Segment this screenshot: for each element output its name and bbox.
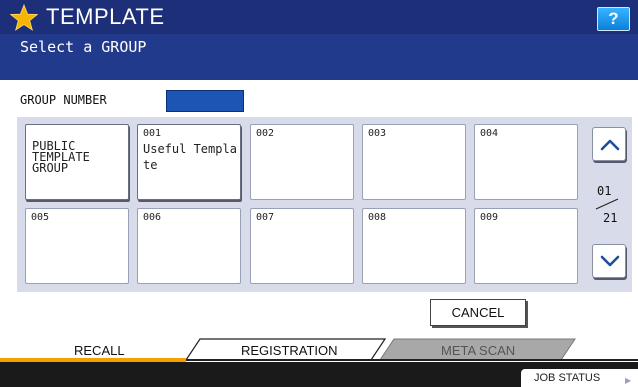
group-button-007[interactable]: 007: [250, 208, 354, 284]
public-group-label-line3: GROUP: [32, 161, 69, 175]
group-number: 002: [256, 128, 275, 139]
page-divider: [595, 198, 619, 210]
group-button-006[interactable]: 006: [137, 208, 241, 284]
public-template-group-button[interactable]: PUBLIC TEMPLATE GROUP: [25, 124, 129, 200]
group-number-field[interactable]: [166, 90, 244, 112]
chevron-up-icon: [600, 139, 620, 151]
cancel-button[interactable]: CANCEL: [430, 299, 526, 326]
group-name: Useful Template: [143, 142, 237, 172]
page-down-button[interactable]: [592, 244, 626, 278]
group-number: 009: [480, 212, 499, 223]
chevron-down-icon: [600, 255, 620, 267]
tab-registration-label[interactable]: REGISTRATION: [241, 343, 338, 358]
title-bar: TEMPLATE ?: [0, 0, 638, 34]
public-group-label: PUBLIC TEMPLATE GROUP: [32, 140, 128, 175]
group-button-002[interactable]: 002: [250, 124, 354, 200]
group-number: 006: [143, 212, 162, 223]
tab-recall[interactable]: RECALL: [74, 343, 125, 358]
tab-meta-scan-label: META SCAN: [441, 343, 516, 358]
play-arrow-icon: ▶: [625, 376, 632, 385]
group-button-009[interactable]: 009: [474, 208, 578, 284]
page-current: 01: [597, 184, 612, 198]
group-number: 003: [368, 128, 387, 139]
group-number: 007: [256, 212, 275, 223]
group-button-004[interactable]: 004: [474, 124, 578, 200]
header: TEMPLATE ? Select a GROUP: [0, 0, 638, 80]
group-number-label: GROUP NUMBER: [20, 93, 107, 107]
group-number: 004: [480, 128, 499, 139]
group-number: 001: [143, 128, 162, 139]
group-number: 005: [31, 212, 50, 223]
group-button-008[interactable]: 008: [362, 208, 466, 284]
help-button[interactable]: ?: [597, 7, 630, 31]
star-icon: [10, 4, 38, 31]
group-button-001[interactable]: 001 Useful Template: [137, 124, 241, 200]
page-total: 21: [603, 211, 618, 225]
group-button-005[interactable]: 005: [25, 208, 129, 284]
group-button-003[interactable]: 003: [362, 124, 466, 200]
page-up-button[interactable]: [592, 127, 626, 161]
page-title: TEMPLATE: [46, 4, 165, 29]
job-status-button[interactable]: JOB STATUS: [521, 369, 638, 387]
page-subtitle: Select a GROUP: [20, 38, 147, 56]
group-number: 008: [368, 212, 387, 223]
